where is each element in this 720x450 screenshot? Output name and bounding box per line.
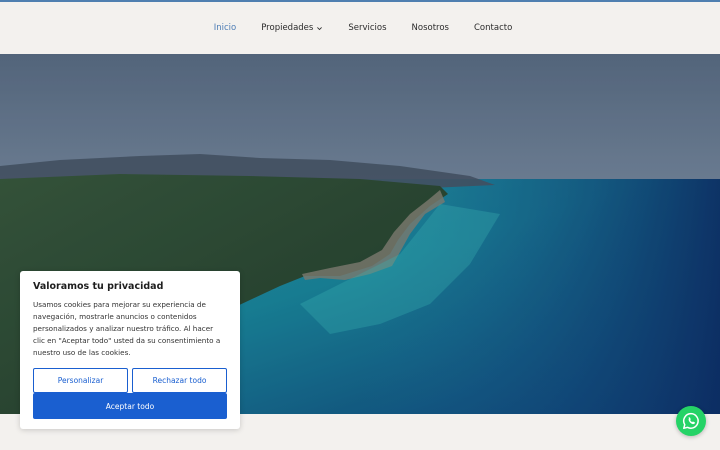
- accept-all-button[interactable]: Aceptar todo: [33, 393, 227, 419]
- cookie-consent-banner: Valoramos tu privacidad Usamos cookies p…: [20, 271, 240, 429]
- nav-item-label: Servicios: [348, 23, 387, 33]
- reject-all-button[interactable]: Rechazar todo: [132, 368, 227, 393]
- nav-item-label: Nosotros: [411, 23, 449, 33]
- whatsapp-icon: [682, 412, 699, 430]
- chevron-down-icon: [317, 26, 323, 30]
- nav-item-propiedades[interactable]: Propiedades: [249, 2, 336, 54]
- cookie-button-row: Personalizar Rechazar todo: [33, 368, 227, 393]
- whatsapp-button[interactable]: [676, 406, 706, 436]
- nav-item-inicio[interactable]: Inicio: [201, 2, 249, 54]
- customize-button[interactable]: Personalizar: [33, 368, 128, 393]
- nav-item-servicios[interactable]: Servicios: [336, 2, 399, 54]
- nav-item-nosotros[interactable]: Nosotros: [399, 2, 461, 54]
- cookie-banner-text: Usamos cookies para mejorar su experienc…: [33, 300, 221, 357]
- nav-item-label: Contacto: [474, 23, 513, 33]
- nav-item-label: Inicio: [213, 23, 237, 33]
- site-header: Inicio Propiedades Servicios Nosotros Co…: [0, 2, 720, 54]
- cookie-banner-title: Valoramos tu privacidad: [33, 281, 164, 292]
- nav-item-contacto[interactable]: Contacto: [462, 2, 525, 54]
- nav-item-label: Propiedades: [261, 23, 314, 33]
- main-nav: Inicio Propiedades Servicios Nosotros Co…: [201, 2, 525, 54]
